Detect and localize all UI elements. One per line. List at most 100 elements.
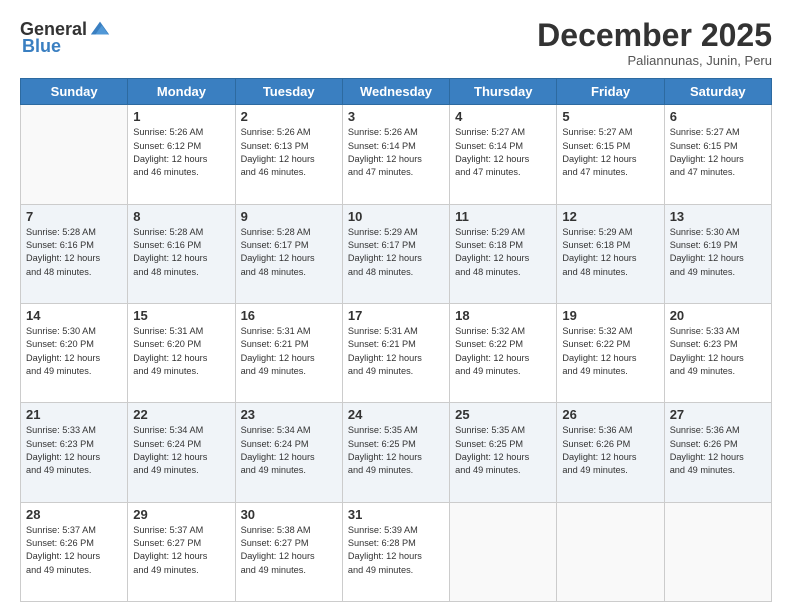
day-info: Sunrise: 5:29 AMSunset: 6:18 PMDaylight:…: [455, 226, 551, 279]
day-number: 16: [241, 308, 337, 323]
col-header-saturday: Saturday: [664, 79, 771, 105]
calendar-cell: 26 Sunrise: 5:36 AMSunset: 6:26 PMDayligh…: [557, 403, 664, 502]
logo: General Blue: [20, 18, 111, 57]
calendar-cell: [21, 105, 128, 204]
day-info: Sunrise: 5:37 AMSunset: 6:26 PMDaylight:…: [26, 524, 122, 577]
header: General Blue December 2025 Paliannunas, …: [20, 18, 772, 68]
day-info: Sunrise: 5:31 AMSunset: 6:21 PMDaylight:…: [348, 325, 444, 378]
calendar-cell: 9 Sunrise: 5:28 AMSunset: 6:17 PMDaylight…: [235, 204, 342, 303]
day-info: Sunrise: 5:36 AMSunset: 6:26 PMDaylight:…: [670, 424, 766, 477]
calendar-header-row: SundayMondayTuesdayWednesdayThursdayFrid…: [21, 79, 772, 105]
day-info: Sunrise: 5:35 AMSunset: 6:25 PMDaylight:…: [348, 424, 444, 477]
calendar-cell: 18 Sunrise: 5:32 AMSunset: 6:22 PMDayligh…: [450, 303, 557, 402]
day-info: Sunrise: 5:38 AMSunset: 6:27 PMDaylight:…: [241, 524, 337, 577]
day-info: Sunrise: 5:36 AMSunset: 6:26 PMDaylight:…: [562, 424, 658, 477]
calendar-week-row: 28 Sunrise: 5:37 AMSunset: 6:26 PMDayligh…: [21, 502, 772, 601]
day-number: 23: [241, 407, 337, 422]
calendar-cell: 3Sunrise: 5:26 AMSunset: 6:14 PMDaylight…: [342, 105, 449, 204]
day-info: Sunrise: 5:33 AMSunset: 6:23 PMDaylight:…: [26, 424, 122, 477]
calendar-week-row: 1Sunrise: 5:26 AMSunset: 6:12 PMDaylight…: [21, 105, 772, 204]
day-info: Sunrise: 5:31 AMSunset: 6:20 PMDaylight:…: [133, 325, 229, 378]
calendar-week-row: 21 Sunrise: 5:33 AMSunset: 6:23 PMDayligh…: [21, 403, 772, 502]
day-number: 14: [26, 308, 122, 323]
day-info: Sunrise: 5:26 AMSunset: 6:13 PMDaylight:…: [241, 126, 337, 179]
calendar-cell: 10Sunrise: 5:29 AMSunset: 6:17 PMDayligh…: [342, 204, 449, 303]
calendar-cell: 7 Sunrise: 5:28 AMSunset: 6:16 PMDaylight…: [21, 204, 128, 303]
day-number: 28: [26, 507, 122, 522]
day-number: 8: [133, 209, 229, 224]
month-title: December 2025: [537, 18, 772, 53]
col-header-sunday: Sunday: [21, 79, 128, 105]
calendar-cell: 23 Sunrise: 5:34 AMSunset: 6:24 PMDayligh…: [235, 403, 342, 502]
day-info: Sunrise: 5:30 AMSunset: 6:19 PMDaylight:…: [670, 226, 766, 279]
day-number: 20: [670, 308, 766, 323]
day-number: 2: [241, 109, 337, 124]
day-number: 12: [562, 209, 658, 224]
day-number: 24: [348, 407, 444, 422]
calendar-cell: 16Sunrise: 5:31 AMSunset: 6:21 PMDayligh…: [235, 303, 342, 402]
day-info: Sunrise: 5:29 AMSunset: 6:17 PMDaylight:…: [348, 226, 444, 279]
calendar-cell: 4 Sunrise: 5:27 AMSunset: 6:14 PMDaylight…: [450, 105, 557, 204]
day-info: Sunrise: 5:32 AMSunset: 6:22 PMDaylight:…: [455, 325, 551, 378]
day-number: 11: [455, 209, 551, 224]
calendar-cell: 20 Sunrise: 5:33 AMSunset: 6:23 PMDayligh…: [664, 303, 771, 402]
calendar-cell: 2 Sunrise: 5:26 AMSunset: 6:13 PMDaylight…: [235, 105, 342, 204]
col-header-wednesday: Wednesday: [342, 79, 449, 105]
day-number: 26: [562, 407, 658, 422]
calendar-cell: 25 Sunrise: 5:35 AMSunset: 6:25 PMDayligh…: [450, 403, 557, 502]
day-info: Sunrise: 5:28 AMSunset: 6:16 PMDaylight:…: [26, 226, 122, 279]
calendar-table: SundayMondayTuesdayWednesdayThursdayFrid…: [20, 78, 772, 602]
day-info: Sunrise: 5:34 AMSunset: 6:24 PMDaylight:…: [241, 424, 337, 477]
day-info: Sunrise: 5:34 AMSunset: 6:24 PMDaylight:…: [133, 424, 229, 477]
calendar-cell: 24 Sunrise: 5:35 AMSunset: 6:25 PMDayligh…: [342, 403, 449, 502]
calendar-cell: 22 Sunrise: 5:34 AMSunset: 6:24 PMDayligh…: [128, 403, 235, 502]
day-number: 21: [26, 407, 122, 422]
col-header-friday: Friday: [557, 79, 664, 105]
calendar-cell: 1Sunrise: 5:26 AMSunset: 6:12 PMDaylight…: [128, 105, 235, 204]
day-number: 7: [26, 209, 122, 224]
day-number: 15: [133, 308, 229, 323]
calendar-cell: 28 Sunrise: 5:37 AMSunset: 6:26 PMDayligh…: [21, 502, 128, 601]
col-header-tuesday: Tuesday: [235, 79, 342, 105]
calendar-week-row: 14 Sunrise: 5:30 AMSunset: 6:20 PMDayligh…: [21, 303, 772, 402]
day-info: Sunrise: 5:28 AMSunset: 6:17 PMDaylight:…: [241, 226, 337, 279]
calendar-cell: 5Sunrise: 5:27 AMSunset: 6:15 PMDaylight…: [557, 105, 664, 204]
calendar-cell: 19 Sunrise: 5:32 AMSunset: 6:22 PMDayligh…: [557, 303, 664, 402]
day-number: 17: [348, 308, 444, 323]
day-number: 5: [562, 109, 658, 124]
day-info: Sunrise: 5:39 AMSunset: 6:28 PMDaylight:…: [348, 524, 444, 577]
day-info: Sunrise: 5:26 AMSunset: 6:14 PMDaylight:…: [348, 126, 444, 179]
day-number: 27: [670, 407, 766, 422]
calendar-cell: 21 Sunrise: 5:33 AMSunset: 6:23 PMDayligh…: [21, 403, 128, 502]
calendar-cell: 30 Sunrise: 5:38 AMSunset: 6:27 PMDayligh…: [235, 502, 342, 601]
day-info: Sunrise: 5:26 AMSunset: 6:12 PMDaylight:…: [133, 126, 229, 179]
calendar-cell: 6Sunrise: 5:27 AMSunset: 6:15 PMDaylight…: [664, 105, 771, 204]
day-number: 30: [241, 507, 337, 522]
day-number: 19: [562, 308, 658, 323]
calendar-cell: [664, 502, 771, 601]
calendar-cell: 12Sunrise: 5:29 AMSunset: 6:18 PMDayligh…: [557, 204, 664, 303]
day-number: 4: [455, 109, 551, 124]
day-info: Sunrise: 5:33 AMSunset: 6:23 PMDaylight:…: [670, 325, 766, 378]
title-area: December 2025 Paliannunas, Junin, Peru: [537, 18, 772, 68]
col-header-thursday: Thursday: [450, 79, 557, 105]
day-number: 25: [455, 407, 551, 422]
day-info: Sunrise: 5:32 AMSunset: 6:22 PMDaylight:…: [562, 325, 658, 378]
calendar-week-row: 7 Sunrise: 5:28 AMSunset: 6:16 PMDaylight…: [21, 204, 772, 303]
day-number: 9: [241, 209, 337, 224]
day-info: Sunrise: 5:27 AMSunset: 6:14 PMDaylight:…: [455, 126, 551, 179]
logo-icon: [89, 18, 111, 40]
calendar-cell: [450, 502, 557, 601]
day-info: Sunrise: 5:35 AMSunset: 6:25 PMDaylight:…: [455, 424, 551, 477]
calendar-cell: 27 Sunrise: 5:36 AMSunset: 6:26 PMDayligh…: [664, 403, 771, 502]
calendar-cell: 29Sunrise: 5:37 AMSunset: 6:27 PMDayligh…: [128, 502, 235, 601]
day-number: 18: [455, 308, 551, 323]
calendar-cell: 13Sunrise: 5:30 AMSunset: 6:19 PMDayligh…: [664, 204, 771, 303]
calendar-cell: [557, 502, 664, 601]
day-info: Sunrise: 5:30 AMSunset: 6:20 PMDaylight:…: [26, 325, 122, 378]
col-header-monday: Monday: [128, 79, 235, 105]
day-info: Sunrise: 5:27 AMSunset: 6:15 PMDaylight:…: [670, 126, 766, 179]
day-info: Sunrise: 5:37 AMSunset: 6:27 PMDaylight:…: [133, 524, 229, 577]
day-number: 22: [133, 407, 229, 422]
day-number: 31: [348, 507, 444, 522]
